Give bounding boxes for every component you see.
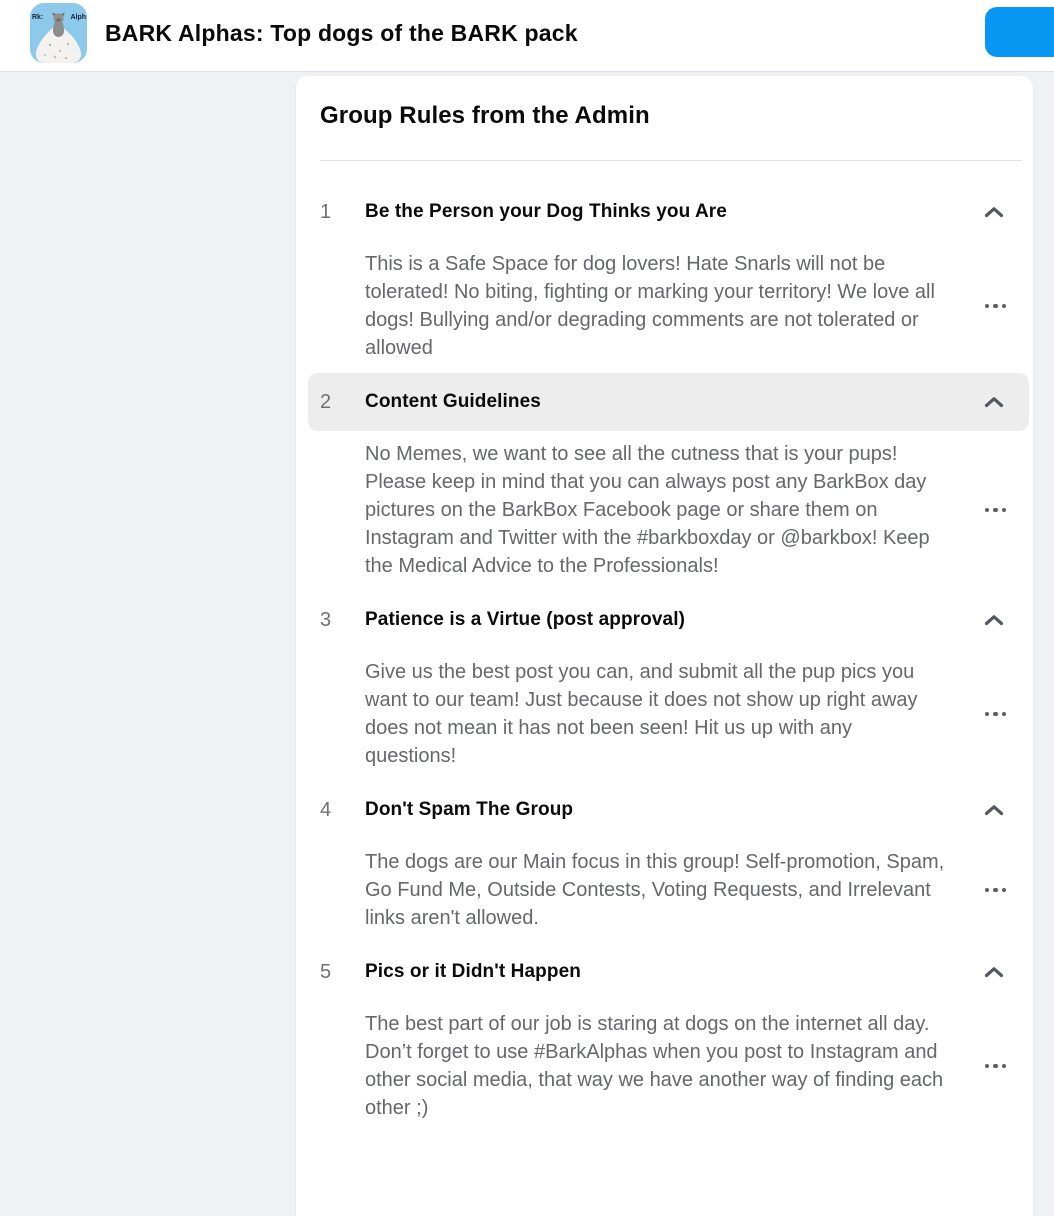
rule-title: Don't Spam The Group: [365, 799, 574, 820]
rule-header-4[interactable]: 4 Don't Spam The Group: [308, 781, 1029, 839]
rule-body-row: No Memes, we want to see all the cutness…: [308, 440, 1029, 580]
group-avatar[interactable]: Rk: Alph: [30, 3, 87, 63]
dog-on-mound-illustration: [35, 12, 82, 63]
rule-number: 3: [320, 608, 332, 631]
rule-description: The best part of our job is staring at d…: [365, 1013, 944, 1119]
rule-header-2[interactable]: 2 Content Guidelines: [308, 373, 1029, 431]
more-options-icon[interactable]: [984, 1058, 1006, 1075]
more-options-icon[interactable]: [984, 882, 1006, 899]
more-options-icon[interactable]: [984, 502, 1006, 519]
rule-item-4: 4 Don't Spam The Group The dogs are our …: [308, 781, 1029, 932]
group-rules-card: Group Rules from the Admin 1 Be the Pers…: [296, 76, 1033, 1216]
rules-list: 1 Be the Person your Dog Thinks you Are …: [296, 161, 1033, 1122]
rule-number: 5: [320, 960, 332, 983]
rule-body-row: The best part of our job is staring at d…: [308, 1010, 1029, 1122]
group-title: BARK Alphas: Top dogs of the BARK pack: [105, 20, 578, 46]
primary-action-button[interactable]: [985, 7, 1054, 57]
more-options-icon[interactable]: [984, 706, 1006, 723]
rule-description: The dogs are our Main focus in this grou…: [365, 851, 945, 929]
rule-body-row: The dogs are our Main focus in this grou…: [308, 848, 1029, 932]
chevron-up-icon[interactable]: [983, 966, 1005, 978]
rule-number: 4: [320, 798, 332, 821]
rule-item-3: 3 Patience is a Virtue (post approval) G…: [308, 591, 1029, 770]
rule-item-1: 1 Be the Person your Dog Thinks you Are …: [308, 183, 1029, 362]
rule-title: Pics or it Didn't Happen: [365, 961, 581, 982]
rule-title: Be the Person your Dog Thinks you Are: [365, 201, 727, 222]
rule-body-row: This is a Safe Space for dog lovers! Hat…: [308, 250, 1029, 362]
rule-title: Patience is a Virtue (post approval): [365, 609, 686, 630]
group-header-bar: Rk: Alph BARK Alphas: Top dogs of the BA…: [0, 0, 1054, 72]
chevron-up-icon[interactable]: [983, 614, 1005, 626]
chevron-up-icon[interactable]: [983, 206, 1005, 218]
rule-item-5: 5 Pics or it Didn't Happen The best part…: [308, 943, 1029, 1122]
chevron-up-icon[interactable]: [983, 396, 1005, 408]
rule-item-2: 2 Content Guidelines No Memes, we want t…: [308, 373, 1029, 580]
rule-header-3[interactable]: 3 Patience is a Virtue (post approval): [308, 591, 1029, 649]
chevron-up-icon[interactable]: [983, 804, 1005, 816]
rule-header-5[interactable]: 5 Pics or it Didn't Happen: [308, 943, 1029, 1001]
rule-description: Give us the best post you can, and submi…: [365, 661, 918, 767]
more-options-icon[interactable]: [984, 298, 1006, 315]
rule-description: No Memes, we want to see all the cutness…: [365, 443, 930, 577]
rule-header-1[interactable]: 1 Be the Person your Dog Thinks you Are: [308, 183, 1029, 241]
rules-card-title: Group Rules from the Admin: [320, 102, 650, 129]
rule-body-row: Give us the best post you can, and submi…: [308, 658, 1029, 770]
rule-description: This is a Safe Space for dog lovers! Hat…: [365, 253, 935, 359]
rule-number: 1: [320, 200, 332, 223]
rule-title: Content Guidelines: [365, 391, 541, 412]
rule-number: 2: [320, 390, 332, 413]
